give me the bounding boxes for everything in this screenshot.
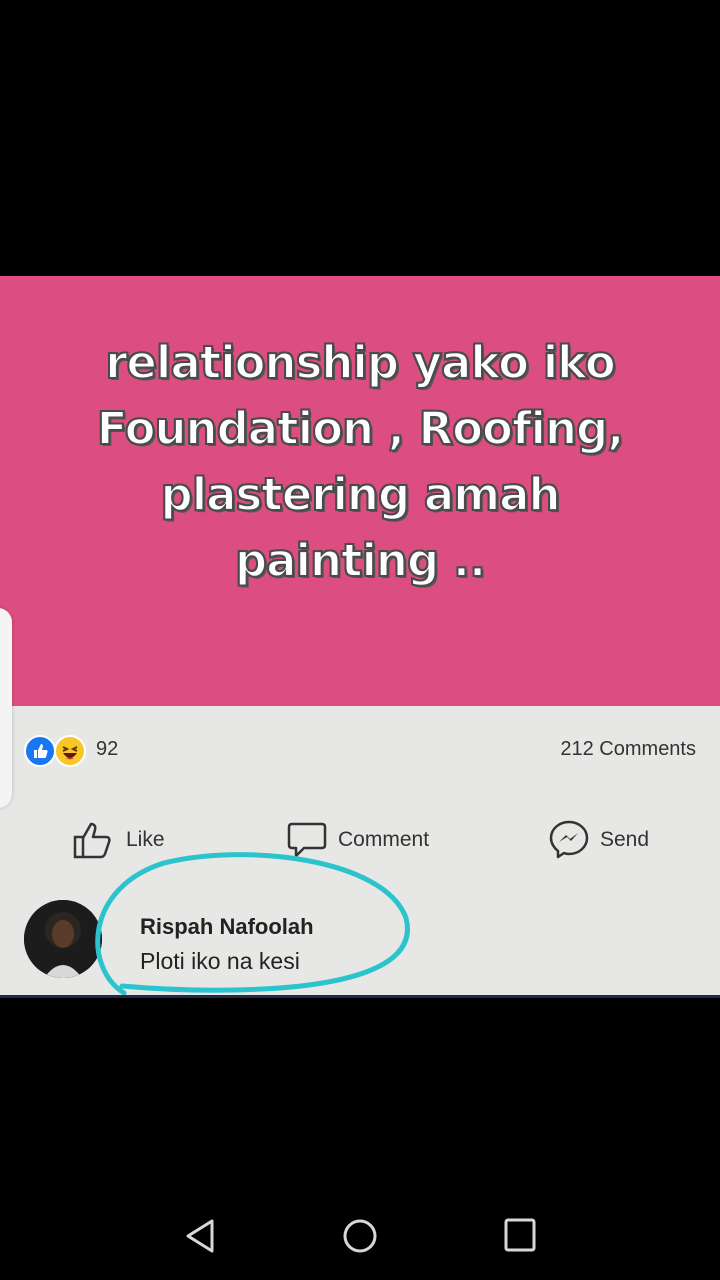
comments-count-link[interactable]: 212 Comments [560, 738, 696, 761]
meme-line: Foundation , Roofing, [96, 401, 626, 456]
haha-icon [54, 735, 86, 767]
back-icon[interactable] [184, 1218, 216, 1254]
send-label: Send [600, 828, 650, 851]
recents-icon[interactable] [504, 1218, 536, 1252]
messenger-icon [549, 820, 589, 859]
divider [0, 995, 720, 998]
like-icon [24, 735, 56, 767]
meme-line: relationship yako iko [104, 335, 617, 390]
reaction-count: 92 [96, 738, 119, 760]
meme-line: painting .. [234, 533, 487, 588]
home-icon[interactable] [342, 1218, 378, 1254]
highlight-circle [95, 852, 410, 996]
system-navbar [0, 1190, 720, 1280]
side-panel-handle[interactable] [0, 608, 12, 808]
send-button[interactable]: Send [548, 815, 649, 865]
meme-text: relationship yako iko Foundation , Roofi… [40, 330, 680, 594]
meme-line: plastering amah [159, 467, 561, 522]
